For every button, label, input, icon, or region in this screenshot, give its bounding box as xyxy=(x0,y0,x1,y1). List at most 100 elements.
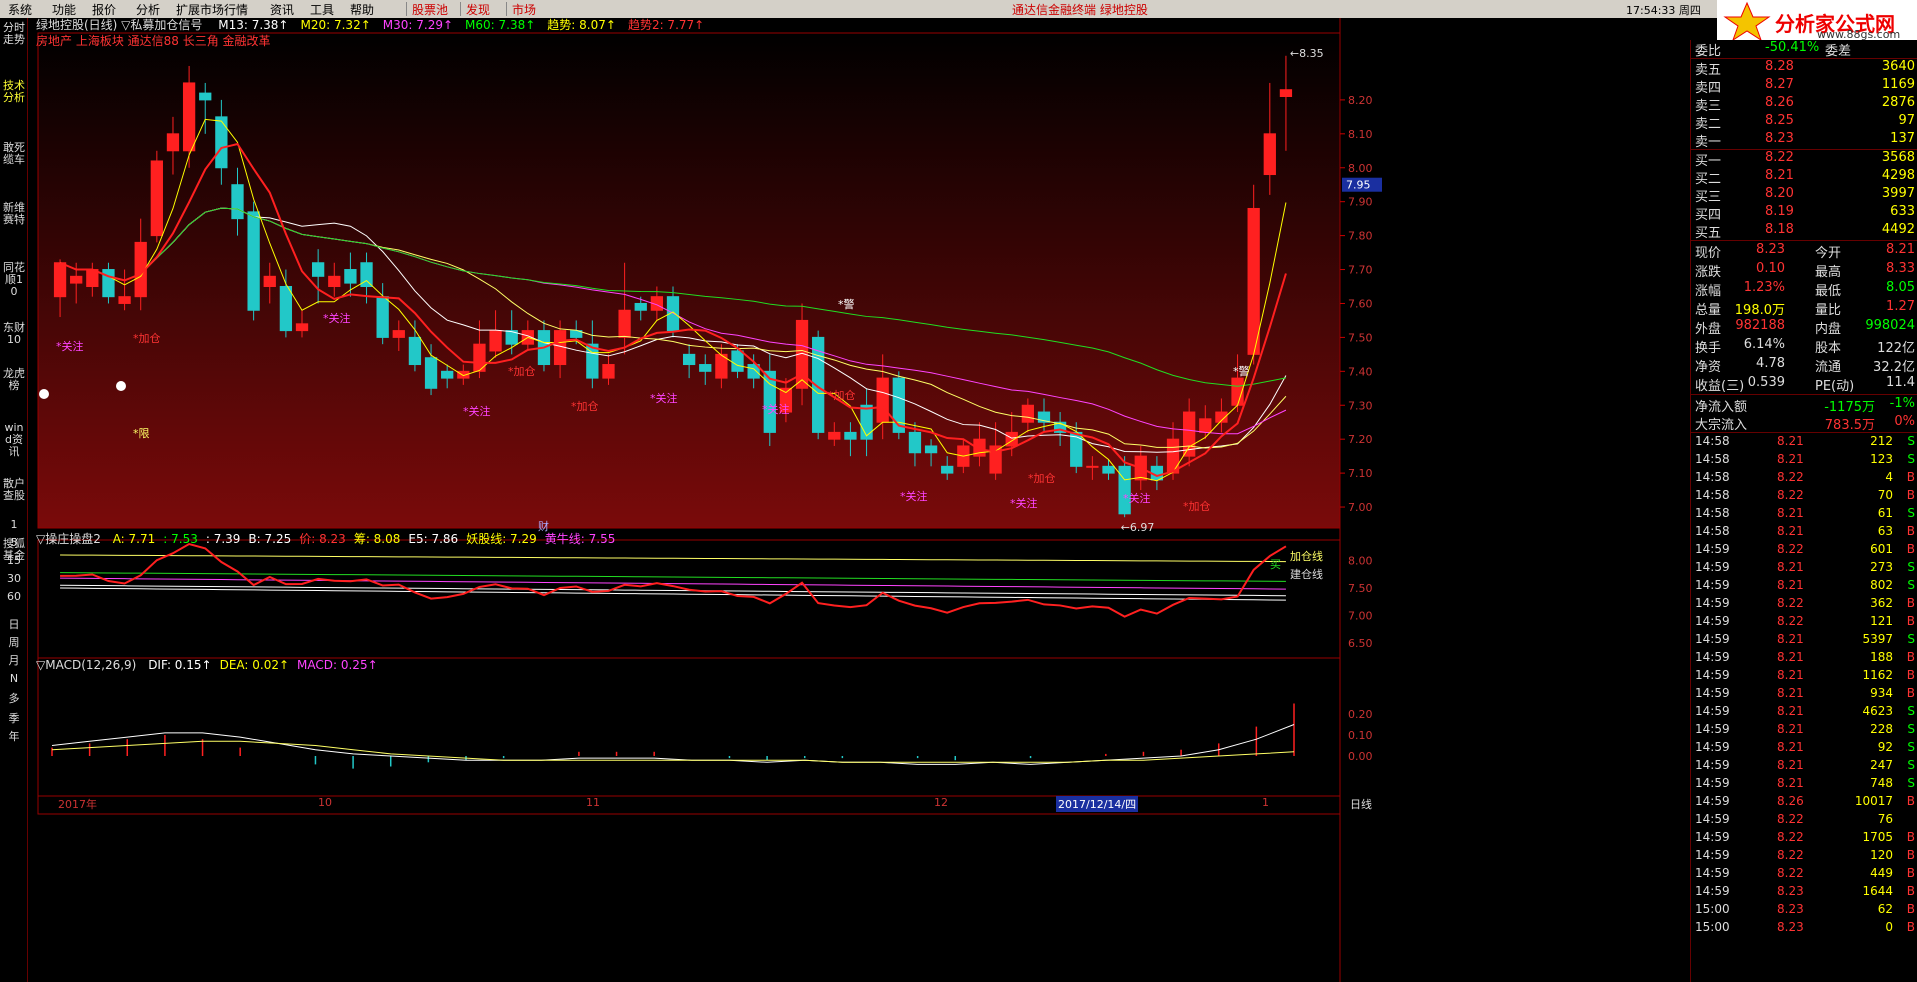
period-button-6[interactable]: 周 xyxy=(4,634,24,650)
candle-body[interactable] xyxy=(1263,133,1276,176)
candle-body[interactable] xyxy=(295,323,309,332)
period-button-9[interactable]: 多 xyxy=(4,690,24,706)
candle-body[interactable] xyxy=(376,296,389,338)
tick-volume: 62 xyxy=(1877,902,1893,916)
menu-separator xyxy=(460,2,461,16)
candle-body[interactable] xyxy=(53,262,67,298)
candle-body[interactable] xyxy=(1166,438,1180,474)
signal-label: *警 xyxy=(1233,365,1250,378)
kline-chart[interactable]: 8.20 8.10 8.00 7.90 7.80 7.70 7.60 7.50 7.40 7.30… xyxy=(28,18,1640,982)
panel2-title[interactable]: ▽操庄操盘2 xyxy=(36,532,105,546)
candle-body[interactable] xyxy=(908,431,922,454)
candle-body[interactable] xyxy=(328,275,341,288)
candle-body[interactable] xyxy=(166,133,180,152)
menu-red-item-2[interactable]: 市场 xyxy=(512,1,536,18)
period-label[interactable]: 日线 xyxy=(1350,796,1372,812)
tick-price: 8.21 xyxy=(1777,722,1804,736)
candle-body[interactable] xyxy=(618,309,631,338)
period-button-1[interactable]: 5 xyxy=(4,536,24,549)
candle-body[interactable] xyxy=(731,350,744,372)
signal-label: *关注 xyxy=(463,405,491,418)
candle-body[interactable] xyxy=(634,302,647,311)
candle-body[interactable] xyxy=(1102,465,1115,474)
period-button-11[interactable]: 年 xyxy=(4,728,24,744)
candle-body[interactable] xyxy=(844,431,857,440)
panel3-title[interactable]: ▽MACD(12,26,9) xyxy=(36,658,140,672)
candle-body[interactable] xyxy=(231,184,244,220)
candle-body[interactable] xyxy=(70,275,83,284)
plus-icon[interactable] xyxy=(39,389,49,399)
candle-body[interactable] xyxy=(424,357,438,389)
menu-item-7[interactable]: 帮助 xyxy=(350,1,374,18)
tick-time: 14:59 xyxy=(1695,812,1730,826)
candle-body[interactable] xyxy=(408,336,422,366)
stat-value2: 998024 xyxy=(1865,318,1915,333)
tick-price: 8.21 xyxy=(1777,740,1804,754)
period-button-10[interactable]: 季 xyxy=(4,710,24,726)
menu-item-4[interactable]: 扩展市场行情 xyxy=(176,1,248,18)
plus-icon[interactable] xyxy=(116,381,126,391)
menu-item-1[interactable]: 功能 xyxy=(52,1,76,18)
period-button-4[interactable]: 60 xyxy=(4,590,24,603)
signal-label: *关注 xyxy=(650,392,678,405)
menu-red-item-0[interactable]: 股票池 xyxy=(412,1,448,18)
menu-item-3[interactable]: 分析 xyxy=(136,1,160,18)
period-button-7[interactable]: 月 xyxy=(4,652,24,668)
candle-body[interactable] xyxy=(1086,465,1099,468)
chart-area[interactable]: 8.20 8.10 8.00 7.90 7.80 7.70 7.60 7.50 7.40 7.30… xyxy=(28,18,1640,982)
sidebar-tab-2[interactable]: 敢死缆车 xyxy=(3,142,25,166)
candle-body[interactable] xyxy=(215,116,228,169)
period-button-0[interactable]: 1 xyxy=(4,518,24,531)
menu-item-5[interactable]: 资讯 xyxy=(270,1,294,18)
sidebar-tab-5[interactable]: 东财10 xyxy=(3,322,25,346)
sidebar-tab-8[interactable]: 散户查股 xyxy=(3,478,25,502)
candle-body[interactable] xyxy=(150,160,163,237)
candle-body[interactable] xyxy=(860,404,873,440)
sidebar-tab-7[interactable]: wind资讯 xyxy=(3,422,25,458)
period-button-8[interactable]: N xyxy=(4,672,24,685)
menu-item-6[interactable]: 工具 xyxy=(310,1,334,18)
candle-body[interactable] xyxy=(1199,418,1212,433)
sidebar-tab-0[interactable]: 分时走势 xyxy=(3,22,25,46)
period-button-2[interactable]: 15 xyxy=(4,554,24,567)
stat-label: 外盘 xyxy=(1695,322,1722,337)
candle-body[interactable] xyxy=(182,82,196,152)
candle-body[interactable] xyxy=(344,269,357,284)
candle-body[interactable] xyxy=(1021,404,1035,423)
candle-body[interactable] xyxy=(924,445,938,454)
candle-body[interactable] xyxy=(392,330,405,338)
order-book-label: 卖五 xyxy=(1695,63,1722,78)
menu-item-2[interactable]: 报价 xyxy=(92,1,116,18)
menu-red-item-1[interactable]: 发现 xyxy=(466,1,490,18)
main-title[interactable]: 绿地控股(日线) ▽私募加仓信号 xyxy=(36,18,206,32)
candle-body[interactable] xyxy=(699,364,712,372)
candle-body[interactable] xyxy=(941,465,954,474)
candle-body[interactable] xyxy=(247,211,260,311)
candle-body[interactable] xyxy=(441,370,454,379)
candle-body[interactable] xyxy=(602,364,615,379)
tick-row: 14:59 8.21 4623 S xyxy=(1695,704,1915,722)
tick-price: 8.21 xyxy=(1777,758,1804,772)
sidebar-tab-6[interactable]: 龙虎榜 xyxy=(3,368,25,392)
sidebar-tab-1[interactable]: 技术分析 xyxy=(3,80,25,104)
stat-label2: PE(动) xyxy=(1815,379,1855,394)
sidebar-tab-3[interactable]: 新维赛特 xyxy=(3,202,25,226)
candle-body[interactable] xyxy=(263,275,276,288)
candle-body[interactable] xyxy=(1279,89,1293,98)
candle-body[interactable] xyxy=(199,92,212,101)
candle-body[interactable] xyxy=(118,296,131,304)
period-button-3[interactable]: 30 xyxy=(4,572,24,585)
candle-body[interactable] xyxy=(682,353,696,366)
candle-body[interactable] xyxy=(828,431,841,440)
candle-body[interactable] xyxy=(1247,207,1260,355)
stat-row: 收益(三) 0.539 PE(动) 11.4 xyxy=(1695,375,1915,394)
candle-body[interactable] xyxy=(489,330,502,352)
period-button-5[interactable]: 日 xyxy=(4,616,24,632)
candle-body[interactable] xyxy=(1070,431,1083,467)
tick-price: 8.22 xyxy=(1777,488,1804,502)
candle-body[interactable] xyxy=(311,262,325,277)
candle-body[interactable] xyxy=(876,377,889,423)
sidebar-tab-4[interactable]: 同花顺10 xyxy=(3,262,25,298)
candle-body[interactable] xyxy=(279,286,293,332)
menu-item-0[interactable]: 系统 xyxy=(8,1,32,18)
